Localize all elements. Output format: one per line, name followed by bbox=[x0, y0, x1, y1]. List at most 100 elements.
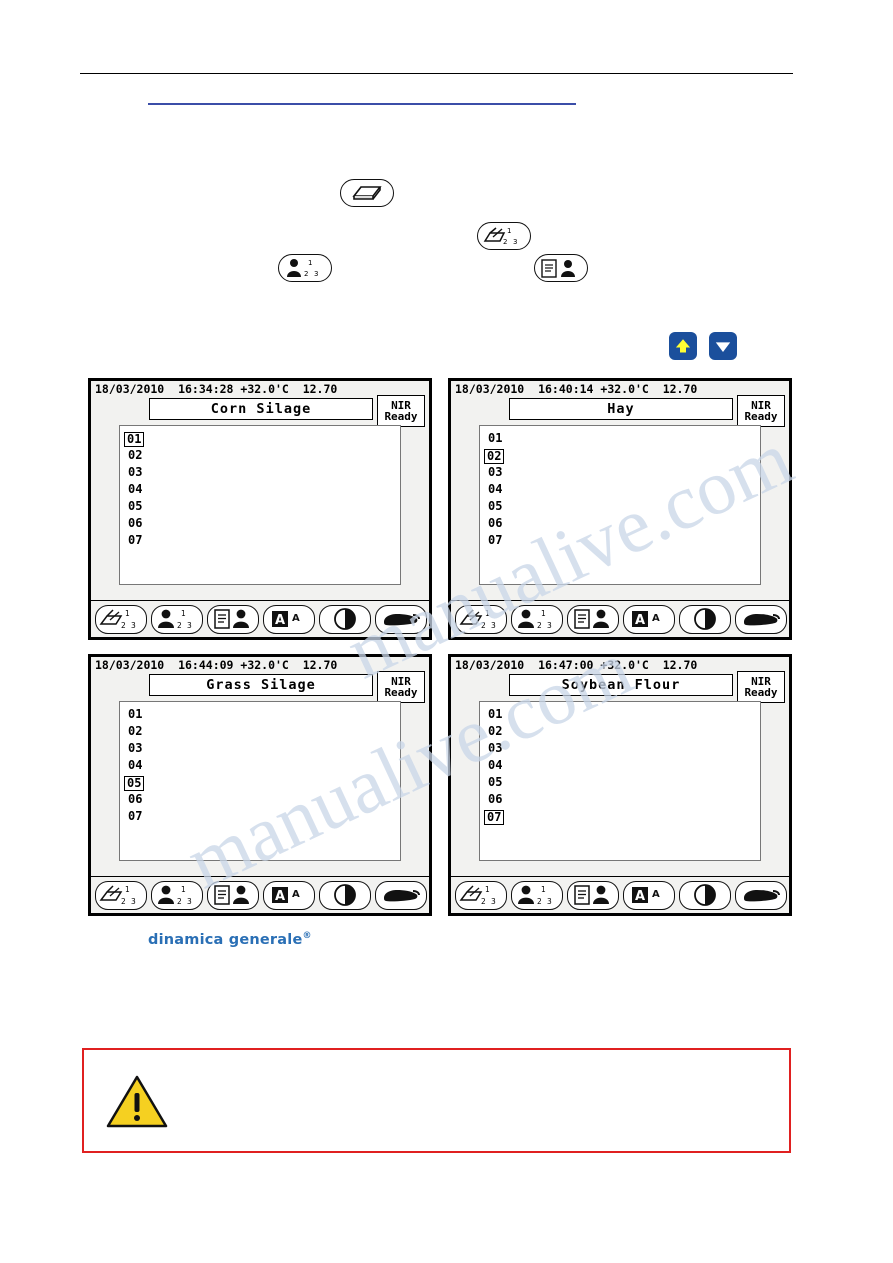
list-item[interactable]: 01 bbox=[126, 708, 144, 721]
softkey-exit[interactable] bbox=[375, 880, 427, 910]
scoop-123-icon: 1 2 3 bbox=[99, 885, 136, 906]
softkey-report[interactable] bbox=[207, 880, 259, 910]
list-item[interactable]: 05 bbox=[486, 500, 504, 513]
document-person-icon bbox=[574, 885, 609, 905]
svg-text:2: 2 bbox=[481, 897, 486, 906]
list-item[interactable]: 02 bbox=[484, 449, 505, 464]
list-item[interactable]: 03 bbox=[126, 466, 144, 479]
softkey-sample[interactable]: 1 2 3 bbox=[455, 880, 507, 910]
person-123-icon: 1 2 3 bbox=[518, 885, 552, 906]
list-item[interactable]: 04 bbox=[486, 759, 504, 772]
document-person-icon bbox=[574, 609, 609, 629]
operator-key[interactable]: 1 2 3 bbox=[278, 254, 332, 282]
svg-text:3: 3 bbox=[131, 897, 136, 906]
hand-exit-icon bbox=[384, 890, 420, 902]
softkey-exit[interactable] bbox=[375, 604, 427, 634]
product-title-field[interactable]: Soybean Flour bbox=[509, 674, 733, 696]
list-item[interactable]: 07 bbox=[126, 810, 144, 823]
list-item[interactable]: 06 bbox=[486, 793, 504, 806]
product-title-field[interactable]: Grass Silage bbox=[149, 674, 373, 696]
nir-status-badge: NIR Ready bbox=[737, 671, 785, 703]
list-item[interactable]: 07 bbox=[486, 534, 504, 547]
lcd-inner: 18/03/2010 16:44:09 +32.0'C 12.70 Grass S… bbox=[91, 657, 429, 913]
product-title-text: Soybean Flour bbox=[561, 677, 681, 693]
softkey-contrast[interactable] bbox=[679, 880, 731, 910]
svg-text:1: 1 bbox=[125, 885, 130, 894]
sample-list[interactable]: 01 02 03 04 05 06 07 bbox=[479, 701, 761, 861]
list-item[interactable]: 01 bbox=[124, 432, 145, 447]
list-item[interactable]: 04 bbox=[126, 759, 144, 772]
svg-text:3: 3 bbox=[187, 621, 192, 630]
svg-text:3: 3 bbox=[131, 621, 136, 630]
hand-exit-icon bbox=[744, 890, 780, 902]
list-item[interactable]: 05 bbox=[126, 500, 144, 513]
softkey-exit[interactable] bbox=[735, 880, 787, 910]
lcd-inner: 18/03/2010 16:34:28 +32.0'C 12.70 Corn Si… bbox=[91, 381, 429, 637]
softkey-sample[interactable]: 1 2 3 bbox=[95, 880, 147, 910]
list-item[interactable]: 06 bbox=[126, 517, 144, 530]
svg-text:1: 1 bbox=[541, 609, 546, 618]
softkey-operator[interactable]: 1 2 3 bbox=[151, 880, 203, 910]
list-item[interactable]: 04 bbox=[126, 483, 144, 496]
list-item[interactable]: 02 bbox=[486, 725, 504, 738]
softkey-font[interactable]: A A bbox=[623, 604, 675, 634]
list-item[interactable]: 02 bbox=[126, 725, 144, 738]
softkey-report[interactable] bbox=[567, 604, 619, 634]
sample-analysis-key[interactable]: 1 2 3 bbox=[477, 222, 531, 250]
softkey-font[interactable]: A A bbox=[263, 880, 315, 910]
softkey-contrast[interactable] bbox=[679, 604, 731, 634]
softkey-bar: 1 2 3 1 2 3 A A bbox=[91, 876, 429, 913]
report-key[interactable] bbox=[534, 254, 588, 282]
svg-text:2: 2 bbox=[121, 621, 126, 630]
softkey-report[interactable] bbox=[567, 880, 619, 910]
list-item[interactable]: 02 bbox=[126, 449, 144, 462]
hand-exit-icon bbox=[744, 614, 780, 626]
list-item[interactable]: 05 bbox=[486, 776, 504, 789]
list-item[interactable]: 06 bbox=[126, 793, 144, 806]
svg-text:A: A bbox=[652, 889, 660, 900]
brand-logo-registered: ® bbox=[302, 931, 312, 941]
nir-ready-text: Ready bbox=[384, 686, 418, 699]
list-item[interactable]: 05 bbox=[124, 776, 145, 791]
softkey-operator[interactable]: 1 2 3 bbox=[511, 604, 563, 634]
screen-panel-corn-silage: 18/03/2010 16:34:28 +32.0'C 12.70 Corn Si… bbox=[88, 378, 432, 640]
svg-text:3: 3 bbox=[491, 897, 496, 906]
sample-list[interactable]: 01 02 03 04 05 06 07 bbox=[479, 425, 761, 585]
list-item[interactable]: 01 bbox=[486, 708, 504, 721]
softkey-operator[interactable]: 1 2 3 bbox=[511, 880, 563, 910]
svg-text:1: 1 bbox=[485, 885, 490, 894]
sample-list[interactable]: 01 02 03 04 05 06 07 bbox=[119, 701, 401, 861]
font-aa-icon: A A bbox=[272, 611, 300, 628]
list-item[interactable]: 07 bbox=[484, 810, 505, 825]
softkey-report[interactable] bbox=[207, 604, 259, 634]
sample-list[interactable]: 01 02 03 04 05 06 07 bbox=[119, 425, 401, 585]
eraser-key[interactable] bbox=[340, 179, 394, 207]
softkey-operator[interactable]: 1 2 3 bbox=[151, 604, 203, 634]
scoop-123-icon: 1 2 3 bbox=[459, 609, 496, 630]
list-item[interactable]: 07 bbox=[126, 534, 144, 547]
softkey-sample[interactable]: 1 2 3 bbox=[455, 604, 507, 634]
list-item[interactable]: 03 bbox=[126, 742, 144, 755]
up-key[interactable] bbox=[669, 332, 697, 360]
list-item[interactable]: 04 bbox=[486, 483, 504, 496]
softkey-sample[interactable]: 1 2 3 bbox=[95, 604, 147, 634]
scoop-123-icon: 1 2 3 bbox=[459, 885, 496, 906]
status-bar: 18/03/2010 16:34:28 +32.0'C 12.70 bbox=[95, 381, 338, 396]
product-title-field[interactable]: Hay bbox=[509, 398, 733, 420]
svg-text:2: 2 bbox=[481, 621, 486, 630]
softkey-contrast[interactable] bbox=[319, 604, 371, 634]
font-aa-icon: A A bbox=[272, 887, 300, 904]
softkey-font[interactable]: A A bbox=[263, 604, 315, 634]
svg-text:3: 3 bbox=[187, 897, 192, 906]
product-title-field[interactable]: Corn Silage bbox=[149, 398, 373, 420]
nir-status-badge: NIR Ready bbox=[377, 671, 425, 703]
softkey-font[interactable]: A A bbox=[623, 880, 675, 910]
down-key[interactable] bbox=[709, 332, 737, 360]
list-item[interactable]: 01 bbox=[486, 432, 504, 445]
softkey-exit[interactable] bbox=[735, 604, 787, 634]
list-item[interactable]: 03 bbox=[486, 742, 504, 755]
list-item[interactable]: 06 bbox=[486, 517, 504, 530]
list-item[interactable]: 03 bbox=[486, 466, 504, 479]
nir-ready-text: Ready bbox=[384, 410, 418, 423]
softkey-contrast[interactable] bbox=[319, 880, 371, 910]
